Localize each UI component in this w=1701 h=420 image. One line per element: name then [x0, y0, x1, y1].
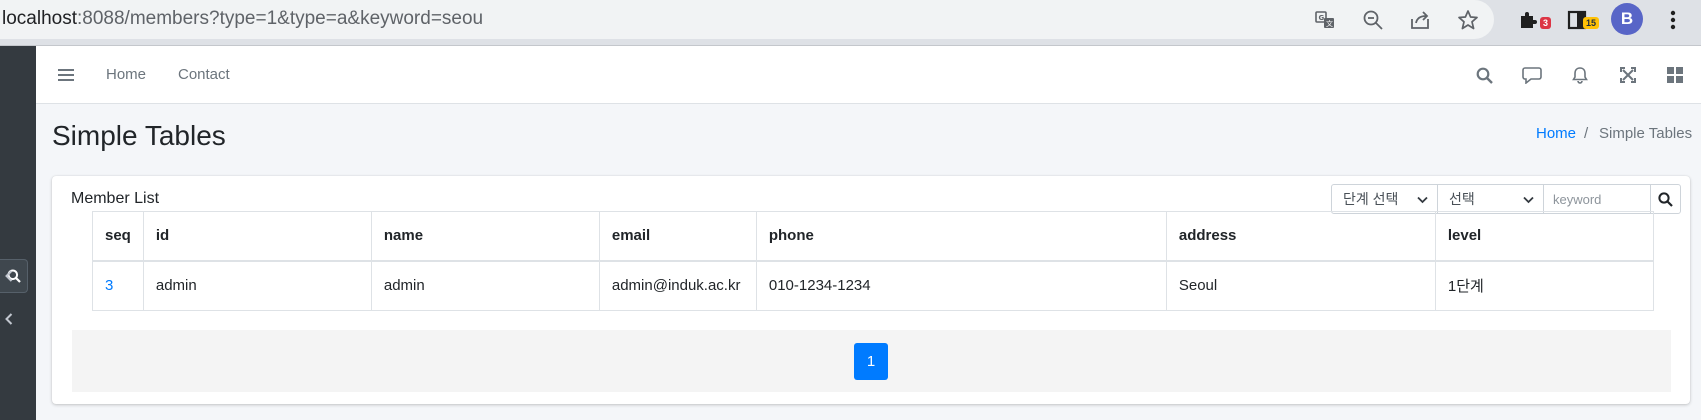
address-bar[interactable]: localhost:8088/members?type=1&type=a&key…: [0, 0, 1494, 39]
hamburger-menu-icon[interactable]: [55, 64, 77, 86]
cell-seq: 3: [92, 260, 144, 311]
cell-email: admin@induk.ac.kr: [598, 260, 757, 311]
level-select-value: 단계 선택: [1343, 191, 1399, 207]
svg-text:G: G: [1319, 14, 1325, 22]
search-type-select[interactable]: 선택: [1437, 184, 1544, 214]
chevron-down-icon: [1523, 196, 1534, 204]
chrome-menu-icon[interactable]: [1660, 7, 1686, 33]
breadcrumb-current: Simple Tables: [1599, 125, 1693, 142]
cell-level: 1단계: [1434, 260, 1654, 311]
breadcrumb-home-link[interactable]: Home: [1536, 125, 1576, 142]
nav-link-home[interactable]: Home: [106, 66, 146, 83]
column-header-level: level: [1434, 211, 1654, 262]
breadcrumb-separator: /: [1584, 125, 1589, 142]
main-sidebar: [0, 46, 36, 420]
top-navbar: Home Contact: [36, 46, 1701, 104]
cell-address: Seoul: [1165, 260, 1436, 311]
sidebar-collapse-chevron-icon[interactable]: [2, 311, 16, 327]
column-header-email: email: [598, 211, 757, 262]
control-sidebar-grid-icon[interactable]: [1664, 64, 1686, 86]
cell-name: admin: [370, 260, 600, 311]
column-header-seq: seq: [92, 211, 144, 262]
navbar-search-icon[interactable]: [1473, 64, 1495, 86]
browser-toolbar: localhost:8088/members?type=1&type=a&key…: [0, 0, 1701, 46]
page-title: Simple Tables: [52, 120, 226, 151]
messages-icon[interactable]: [1521, 64, 1543, 86]
notifications-bell-icon[interactable]: [1569, 64, 1591, 86]
profile-avatar[interactable]: B: [1611, 3, 1643, 35]
extensions-puzzle-icon[interactable]: [1515, 7, 1541, 33]
notifications-count-badge: 15: [1583, 17, 1600, 29]
bookmark-star-icon[interactable]: [1455, 7, 1481, 33]
member-table: seq id name email phone address level 3 …: [92, 211, 1654, 311]
fullscreen-expand-icon[interactable]: [1617, 64, 1639, 86]
search-type-select-value: 선택: [1449, 191, 1475, 207]
zoom-out-icon[interactable]: [1360, 7, 1386, 33]
level-select[interactable]: 단계 선택: [1331, 184, 1438, 214]
search-icon: [1658, 191, 1673, 207]
card-title: Member List: [71, 190, 160, 207]
svg-text:文: 文: [1326, 19, 1333, 28]
url-text[interactable]: localhost:8088/members?type=1&type=a&key…: [2, 8, 483, 30]
keyword-search-button[interactable]: [1650, 184, 1681, 214]
table-header-row: seq id name email phone address level: [92, 211, 1654, 262]
keyword-input[interactable]: [1543, 184, 1651, 214]
column-header-address: address: [1165, 211, 1436, 262]
share-icon[interactable]: [1407, 7, 1433, 33]
chevron-down-icon: [1417, 196, 1428, 204]
page-button-current[interactable]: 1: [854, 343, 888, 380]
cell-phone: 010-1234-1234: [755, 260, 1167, 311]
column-header-phone: phone: [755, 211, 1167, 262]
translate-icon[interactable]: G文: [1312, 7, 1338, 33]
sidebar-collapse-chevron-icon[interactable]: [2, 268, 16, 284]
member-seq-link[interactable]: 3: [105, 277, 113, 294]
cell-id: admin: [142, 260, 372, 311]
table-row: 3 admin admin admin@induk.ac.kr 010-1234…: [92, 260, 1654, 311]
column-header-id: id: [142, 211, 372, 262]
nav-link-contact[interactable]: Contact: [178, 66, 230, 83]
messages-count-badge: 3: [1540, 17, 1552, 29]
column-header-name: name: [370, 211, 600, 262]
